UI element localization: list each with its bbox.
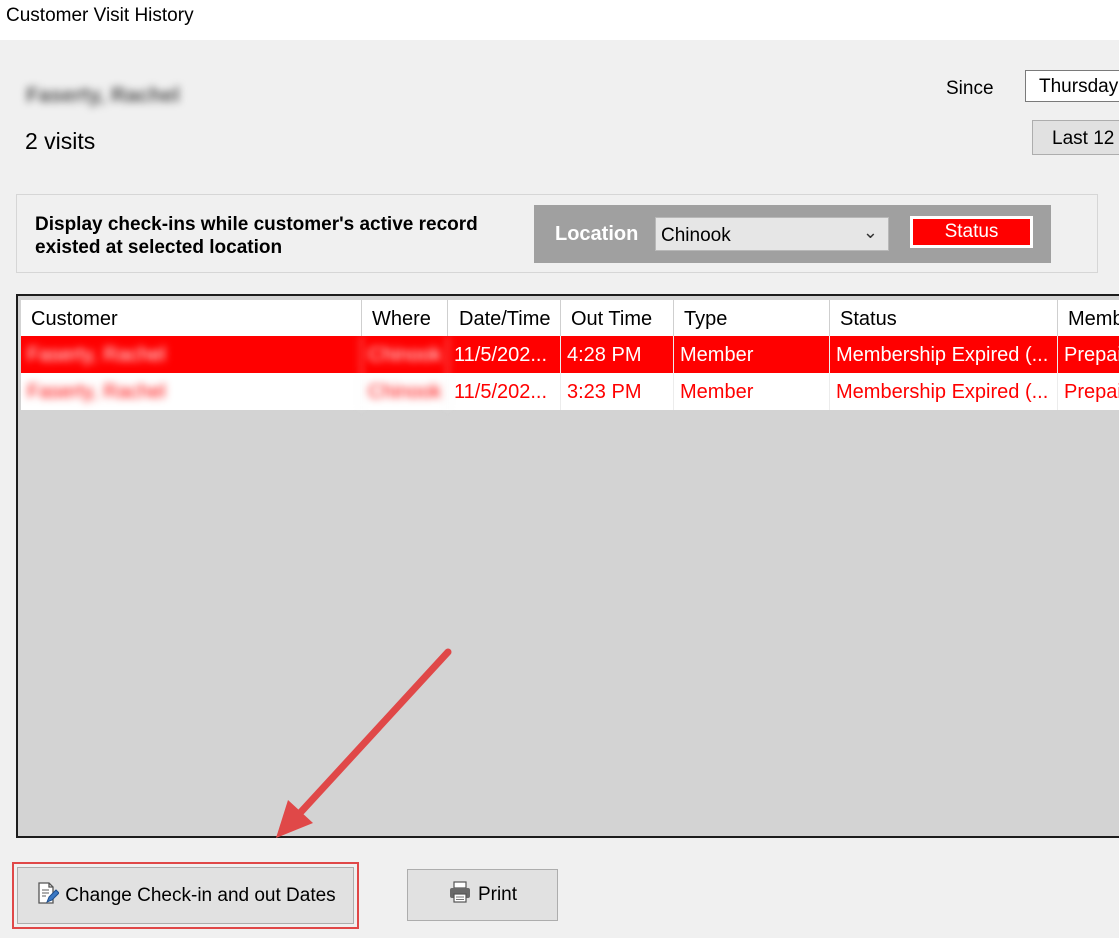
visits-count: 2 visits — [25, 128, 96, 154]
cell-type: Member — [674, 373, 830, 410]
grid-header: Customer Where Date/Time Out Time Type S… — [21, 300, 1119, 336]
location-label: Location — [555, 223, 639, 245]
column-header-membership[interactable]: Membership — [1058, 300, 1119, 336]
cell-type: Member — [674, 336, 830, 373]
status-chip[interactable]: Status — [910, 216, 1033, 248]
cell-membership: Prepaid — [1058, 336, 1119, 373]
cell-customer: Faserty, Rachel — [21, 373, 362, 410]
cell-datetime: 11/5/202... — [448, 373, 561, 410]
location-select[interactable]: Chinook ⌄ — [655, 217, 889, 251]
filter-description: Display check-ins while customer's activ… — [35, 214, 478, 258]
column-header-datetime[interactable]: Date/Time — [448, 300, 561, 336]
cell-status: Membership Expired (... — [830, 373, 1058, 410]
change-check-in-out-dates-button[interactable]: Change Check-in and out Dates — [17, 867, 354, 924]
visit-grid[interactable]: Customer Where Date/Time Out Time Type S… — [16, 294, 1119, 838]
table-row[interactable]: Faserty, Rachel Chinook 11/5/202... 4:28… — [21, 336, 1119, 373]
column-header-out-time[interactable]: Out Time — [561, 300, 674, 336]
title-bar: Customer Visit History — [0, 0, 1119, 40]
cell-out-time: 4:28 PM — [561, 336, 674, 373]
column-header-where[interactable]: Where — [362, 300, 448, 336]
chevron-down-icon: ⌄ — [862, 222, 878, 242]
cell-datetime: 11/5/202... — [448, 336, 561, 373]
location-value: Chinook — [661, 225, 731, 246]
cell-membership: Prepaid — [1058, 373, 1119, 410]
change-dates-label: Change Check-in and out Dates — [65, 884, 336, 906]
customer-name: Faserty, Rachel — [26, 84, 180, 107]
window-title: Customer Visit History — [6, 5, 194, 26]
printer-icon — [448, 880, 472, 910]
column-header-type[interactable]: Type — [674, 300, 830, 336]
cell-customer: Faserty, Rachel — [21, 336, 362, 373]
edit-document-icon — [35, 881, 61, 911]
print-label: Print — [477, 884, 518, 905]
since-label: Since — [946, 78, 994, 99]
column-header-customer[interactable]: Customer — [21, 300, 362, 336]
column-header-status[interactable]: Status — [830, 300, 1058, 336]
cell-where: Chinook — [362, 373, 448, 410]
table-row[interactable]: Faserty, Rachel Chinook 11/5/202... 3:23… — [21, 373, 1119, 410]
last-12-months-button[interactable]: Last 12 Months — [1032, 120, 1119, 155]
cell-status: Membership Expired (... — [830, 336, 1058, 373]
since-date-picker[interactable]: Thursday — [1025, 70, 1119, 102]
cell-where: Chinook — [362, 336, 448, 373]
print-button[interactable]: Print — [407, 869, 558, 921]
cell-out-time: 3:23 PM — [561, 373, 674, 410]
